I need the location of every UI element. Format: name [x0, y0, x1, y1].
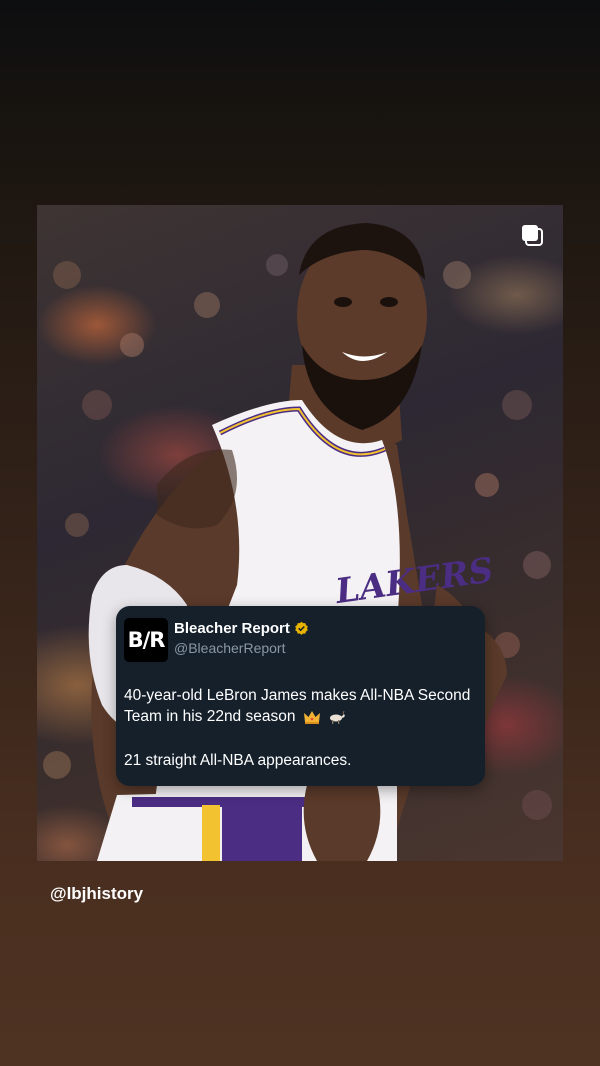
multi-post-icon — [522, 225, 543, 246]
bleacher-report-logo[interactable]: B/R — [124, 618, 168, 662]
tweet-handle[interactable]: @BleacherReport — [174, 640, 286, 656]
goat-emoji-icon — [330, 710, 346, 724]
tweet-account-name[interactable]: Bleacher Report — [174, 620, 309, 637]
verified-badge-icon — [295, 621, 308, 635]
tweet-body-text: 40-year-old LeBron James makes All-NBA S… — [124, 687, 471, 725]
account-name-text: Bleacher Report — [174, 620, 290, 637]
mention-username[interactable]: @lbjhistory — [50, 884, 143, 904]
tweet-body: 40-year-old LeBron James makes All-NBA S… — [124, 685, 474, 727]
tweet-second-line: 21 straight All-NBA appearances. — [124, 752, 352, 769]
embedded-tweet-card[interactable]: B/R Bleacher Report @BleacherReport 40-y… — [116, 606, 485, 786]
crown-emoji-icon — [303, 710, 320, 724]
